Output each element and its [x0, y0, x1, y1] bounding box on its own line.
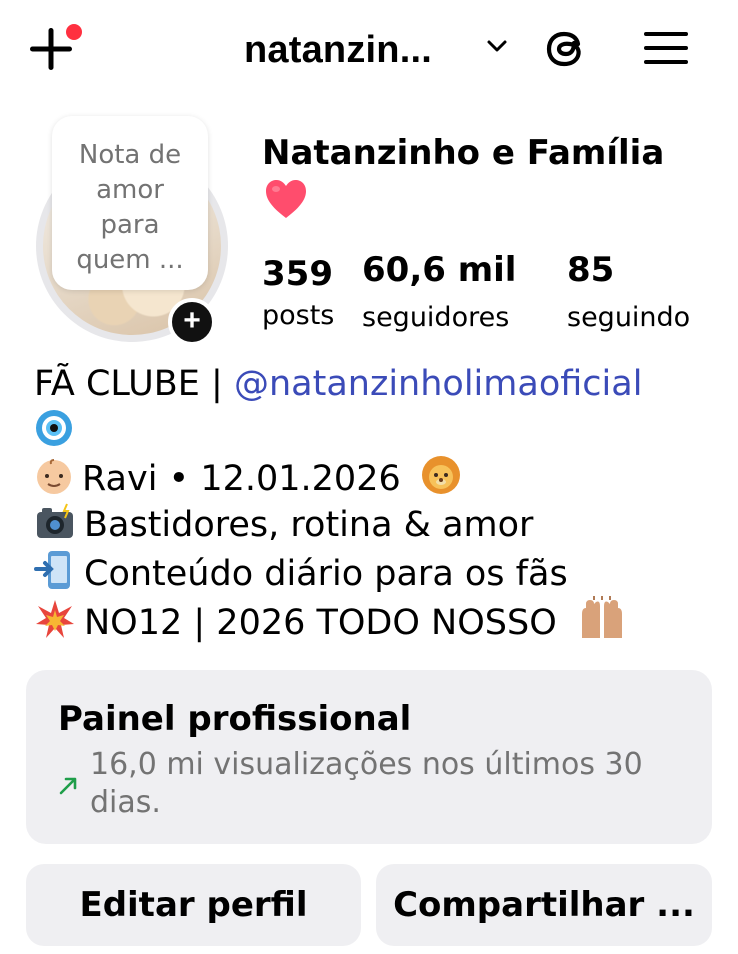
note-bubble[interactable]: Nota de amor para quem ...: [52, 116, 208, 290]
followers-count[interactable]: 60,6 mil: [362, 248, 516, 292]
following-label[interactable]: seguindo: [567, 300, 690, 336]
professional-dashboard-card[interactable]: Painel profissional 16,0 mi visualizaçõe…: [26, 670, 712, 844]
bio-backstage: Bastidores, rotina & amor: [84, 505, 534, 545]
baby-icon: [37, 459, 71, 494]
bio-line-1: FÃ CLUBE | @natanzinholimaoficial: [34, 361, 642, 407]
bio-line-3: Ravi • 12.01.2026: [34, 454, 470, 502]
camera-flash-icon: [37, 503, 73, 538]
following-count[interactable]: 85: [567, 248, 614, 292]
bio-mention-link[interactable]: @natanzinholimaoficial: [234, 364, 642, 404]
bio-line-5: Conteúdo diário para os fãs: [34, 549, 568, 597]
bio-line-6: NO12 | 2026 TODO NOSSO: [34, 596, 636, 646]
lion-icon: [421, 456, 460, 494]
edit-profile-button[interactable]: Editar perfil: [26, 864, 361, 946]
bio-fan-club-text: FÃ CLUBE |: [34, 364, 234, 404]
raising-hands-icon: [581, 596, 622, 638]
bio-no12: NO12 | 2026 TODO NOSSO: [84, 603, 557, 643]
note-text: Nota de amor para quem ...: [76, 140, 184, 275]
collision-icon: [36, 600, 74, 638]
dashboard-views-summary: 16,0 mi visualizações nos últimos 30 dia…: [90, 747, 643, 820]
trend-up-arrow-icon: [59, 777, 77, 795]
hamburger-menu-icon[interactable]: [640, 26, 692, 70]
mobile-arrow-icon: [34, 551, 70, 589]
profile-display-name: Natanzinho e Família: [262, 133, 665, 173]
add-story-plus-icon[interactable]: +: [168, 298, 216, 346]
bio-line-2: [34, 408, 82, 454]
bio-line-4: Bastidores, rotina & amor: [34, 502, 533, 548]
red-heart-icon: [266, 180, 306, 218]
notification-dot: [66, 24, 82, 40]
create-button[interactable]: [22, 18, 88, 76]
share-profile-button[interactable]: Compartilhar ...: [376, 864, 712, 946]
posts-count[interactable]: 359: [262, 252, 333, 296]
account-username[interactable]: natanzin...: [244, 26, 432, 74]
bio-baby-date: Ravi • 12.01.2026: [82, 459, 401, 499]
bio-daily-content: Conteúdo diário para os fãs: [84, 554, 568, 594]
followers-label[interactable]: seguidores: [362, 300, 509, 336]
chevron-down-icon[interactable]: [486, 38, 508, 54]
posts-label[interactable]: posts: [262, 298, 334, 334]
nazar-amulet-icon: [36, 410, 72, 446]
threads-icon[interactable]: [538, 22, 590, 74]
dashboard-title: Painel profissional: [58, 699, 412, 739]
